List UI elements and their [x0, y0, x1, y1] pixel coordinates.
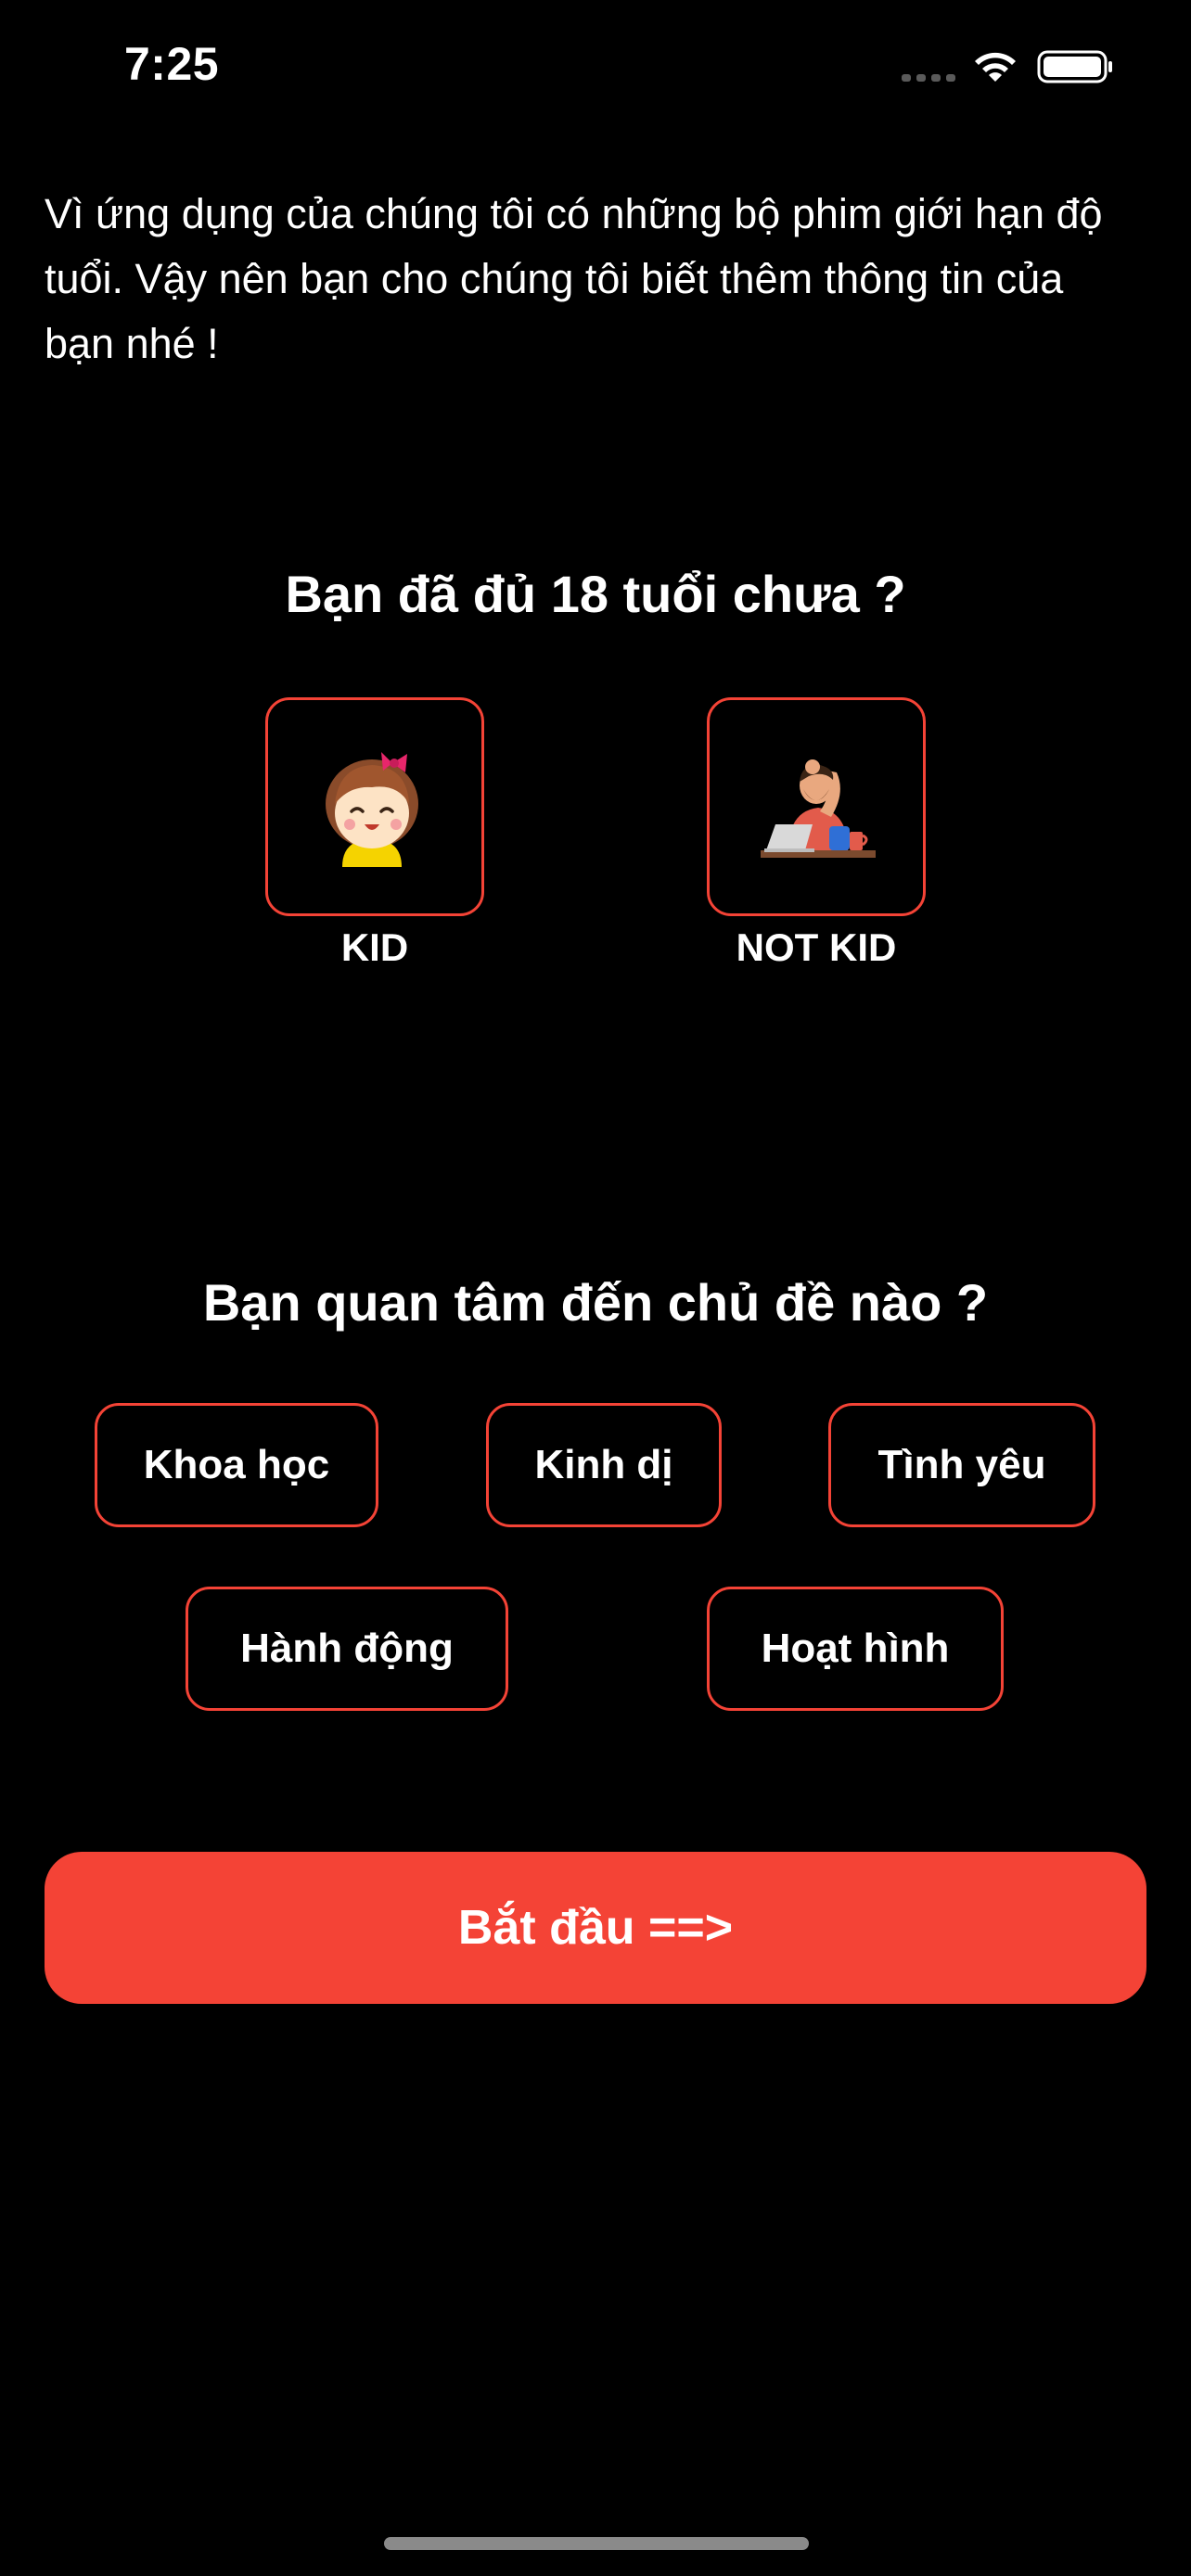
- intro-text: Vì ứng dụng của chúng tôi có những bộ ph…: [45, 190, 1103, 367]
- age-question-title: Bạn đã đủ 18 tuổi chưa ?: [285, 565, 906, 623]
- topic-chip-hanh-dong[interactable]: Hành động: [186, 1587, 508, 1711]
- kid-option-card[interactable]: [265, 697, 484, 916]
- topic-chip-tinh-yeu[interactable]: Tình yêu: [828, 1403, 1095, 1527]
- battery-icon: [1037, 50, 1112, 83]
- topic-chip-hoat-hinh[interactable]: Hoạt hình: [707, 1587, 1004, 1711]
- status-time: 7:25: [124, 38, 220, 90]
- kid-girl-icon: [326, 752, 418, 867]
- home-indicator[interactable]: [384, 2537, 809, 2550]
- cellular-signal-icon: [902, 74, 957, 83]
- topic-question-title: Bạn quan tâm đến chủ đề nào ?: [202, 1273, 989, 1332]
- topic-chip-khoa-hoc[interactable]: Khoa học: [95, 1403, 378, 1527]
- wifi-icon: [975, 52, 1016, 82]
- not-kid-option-label: NOT KID: [736, 925, 897, 969]
- kid-option-label: KID: [340, 925, 409, 969]
- adult-at-laptop-icon: [761, 759, 876, 858]
- not-kid-option-card[interactable]: [707, 697, 926, 916]
- topic-chip-kinh-di[interactable]: Kinh dị: [486, 1403, 722, 1527]
- onboarding-screen: 7:25 Vì ứng dụng của chúng tôi có những …: [0, 0, 1191, 2576]
- start-button[interactable]: Bắt đầu ==>: [45, 1852, 1146, 2004]
